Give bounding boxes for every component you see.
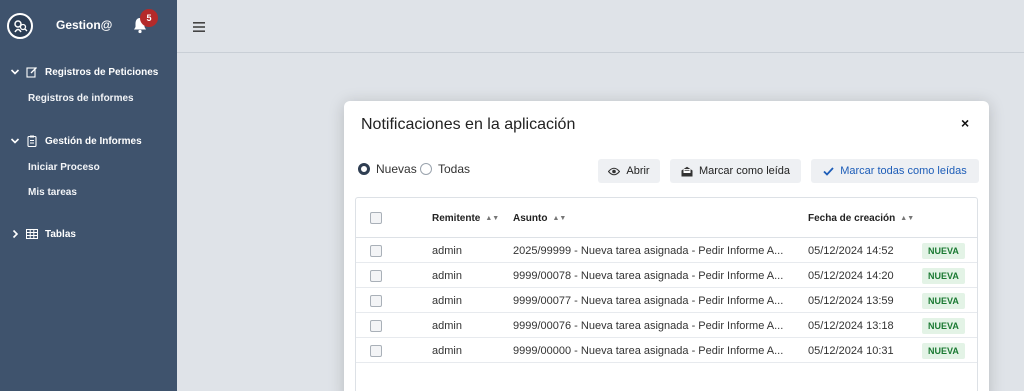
column-header-sender[interactable]: Remitente ▲▼ [432,198,499,238]
row-checkbox-cell [370,288,382,313]
chevron-right-icon [9,228,21,240]
status-badge: NUEVA [922,242,965,259]
sidebar-group-label: Tablas [45,228,76,240]
modal-title: Notificaciones en la aplicación [361,116,576,133]
notifications-table: Remitente ▲▼ Asunto ▲▼ Fecha de creación ▲▼… [355,197,978,391]
column-header-date[interactable]: Fecha de creación ▲▼ [808,198,914,238]
clipboard-icon [26,135,38,147]
select-all-checkbox-cell [370,198,382,238]
sender-cell: admin [432,319,462,332]
row-checkbox[interactable] [370,344,382,357]
mark-read-button[interactable]: Marcar como leída [670,159,801,183]
chevron-down-icon [9,66,21,78]
top-bar [177,0,1024,53]
row-checkbox[interactable] [370,319,382,332]
row-checkbox[interactable] [370,269,382,282]
column-header-label: Asunto [513,212,548,224]
date-cell: 05/12/2024 13:59 [808,294,894,307]
brand: Gestion@ 5 [0,0,177,52]
sidebar-group-gestion[interactable]: Gestión de Informes [0,133,177,149]
row-checkbox[interactable] [370,244,382,257]
row-checkbox[interactable] [370,294,382,307]
table-icon [26,228,38,240]
sender-cell: admin [432,244,462,257]
subject-cell: 9999/00078 - Nueva tarea asignada - Pedi… [513,269,784,282]
subject-cell: 2025/99999 - Nueva tarea asignada - Pedi… [513,244,784,257]
sidebar-item-iniciar-proceso[interactable]: Iniciar Proceso [28,162,100,173]
date-cell: 05/12/2024 14:20 [808,269,894,282]
date-cell: 05/12/2024 14:52 [808,244,894,257]
sidebar: Gestion@ 5 Registros de Peticiones Regis… [0,0,177,391]
close-icon[interactable]: × [961,115,969,131]
filter-new-radio[interactable]: Nuevas [358,162,417,176]
row-checkbox-cell [370,313,382,338]
table-row[interactable]: admin 9999/00000 - Nueva tarea asignada … [356,338,977,363]
check-icon [823,166,834,176]
status-badge: NUEVA [922,342,965,359]
sender-cell: admin [432,269,462,282]
filter-all-radio[interactable]: Todas [420,162,470,176]
table-row[interactable]: admin 9999/00078 - Nueva tarea asignada … [356,263,977,288]
chevron-down-icon [9,135,21,147]
mark-all-read-label: Marcar todas como leídas [840,165,967,177]
mark-all-read-button[interactable]: Marcar todas como leídas [811,159,979,183]
column-header-subject[interactable]: Asunto ▲▼ [513,198,566,238]
subject-cell: 9999/00000 - Nueva tarea asignada - Pedi… [513,344,784,357]
sidebar-group-registros[interactable]: Registros de Peticiones [0,64,177,80]
radio-unselected-icon [420,163,432,175]
radio-selected-icon [358,163,370,175]
table-row[interactable]: admin 2025/99999 - Nueva tarea asignada … [356,238,977,263]
sender-cell: admin [432,294,462,307]
sort-icon: ▲▼ [900,214,915,222]
sidebar-item-mis-tareas[interactable]: Mis tareas [28,187,77,198]
open-button-label: Abrir [626,165,650,177]
date-cell: 05/12/2024 13:18 [808,319,894,332]
brand-name: Gestion@ [56,18,113,32]
date-cell: 05/12/2024 10:31 [808,344,894,357]
subject-cell: 9999/00076 - Nueva tarea asignada - Pedi… [513,319,784,332]
envelope-open-icon [681,166,693,177]
row-checkbox-cell [370,338,382,363]
notification-count-badge[interactable]: 5 [140,9,158,27]
row-checkbox-cell [370,238,382,263]
status-badge: NUEVA [922,292,965,309]
status-badge: NUEVA [922,267,965,284]
sidebar-item-registros-informes[interactable]: Registros de informes [28,93,134,104]
column-header-label: Fecha de creación [808,212,896,224]
row-checkbox-cell [370,263,382,288]
notifications-modal: Notificaciones en la aplicación × Nuevas… [344,101,989,391]
select-all-checkbox[interactable] [370,212,382,224]
mark-read-label: Marcar como leída [698,165,791,177]
status-badge: NUEVA [922,317,965,334]
eye-icon [608,167,621,176]
filter-all-label: Todas [438,162,471,176]
table-row[interactable]: admin 9999/00076 - Nueva tarea asignada … [356,313,977,338]
sort-icon: ▲▼ [552,214,567,222]
subject-cell: 9999/00077 - Nueva tarea asignada - Pedi… [513,294,784,307]
menu-icon[interactable] [193,19,205,32]
sidebar-group-label: Gestión de Informes [45,135,142,147]
sender-cell: admin [432,344,462,357]
table-row[interactable]: admin 9999/00077 - Nueva tarea asignada … [356,288,977,313]
filter-new-label: Nuevas [376,162,417,176]
column-header-label: Remitente [432,212,481,224]
sidebar-group-label: Registros de Peticiones [45,66,159,78]
sort-icon: ▲▼ [485,214,500,222]
edit-icon [26,66,38,78]
sidebar-group-tablas[interactable]: Tablas [0,226,177,242]
open-button[interactable]: Abrir [598,159,660,183]
logo-icon[interactable] [7,13,33,39]
